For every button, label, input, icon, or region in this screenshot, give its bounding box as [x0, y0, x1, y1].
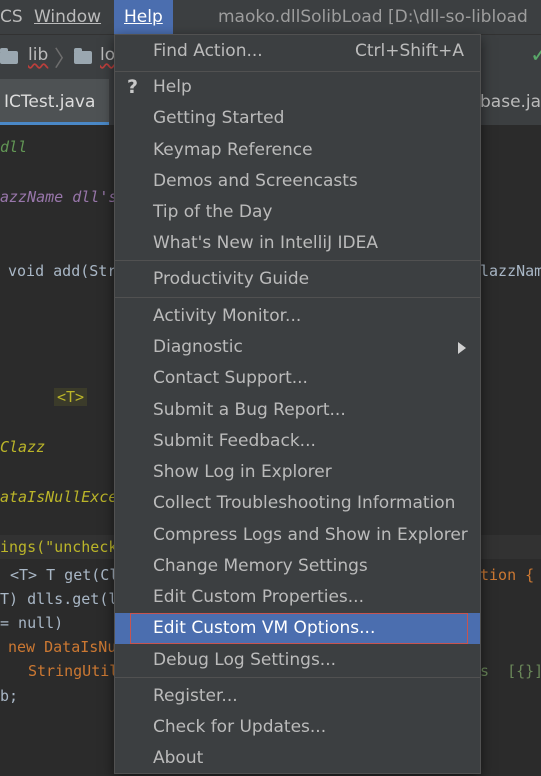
menu-item-label: Diagnostic	[153, 337, 243, 357]
submenu-arrow-icon	[458, 342, 466, 354]
code-line: <T> T get(Cl	[10, 566, 119, 584]
menubar-item-window[interactable]: Window	[34, 0, 101, 34]
code-line: Clazz	[0, 438, 46, 456]
menu-separator	[115, 297, 480, 298]
folder-icon	[74, 48, 92, 64]
tab-ictest[interactable]: ICTest.java	[0, 79, 110, 125]
menu-separator	[115, 260, 480, 261]
menu-item-label: Productivity Guide	[153, 269, 310, 289]
menu-item-submit-feedback[interactable]: Submit Feedback...	[115, 426, 480, 457]
menu-item-label: Debug Log Settings...	[153, 650, 337, 670]
menu-item-getting-started[interactable]: Getting Started	[115, 103, 480, 134]
menu-item-demos-screencasts[interactable]: Demos and Screencasts	[115, 166, 480, 197]
question-mark-icon: ?	[127, 76, 139, 98]
menu-item-label: Check for Updates...	[153, 717, 327, 737]
menu-item-compress-logs[interactable]: Compress Logs and Show in Explorer	[115, 520, 480, 551]
breadcrumb-lib[interactable]: lib	[28, 45, 48, 65]
menu-item-label: Help	[153, 77, 192, 97]
code-line-end: tion {	[480, 566, 535, 584]
menu-item-label: Submit Feedback...	[153, 431, 316, 451]
menu-bar: CS Window Help maoko.dllSolibLoad [D:\dl…	[0, 0, 541, 34]
menubar-item-vcs[interactable]: CS	[0, 0, 23, 34]
menu-item-keymap-reference[interactable]: Keymap Reference	[115, 135, 480, 166]
menu-item-edit-custom-properties[interactable]: Edit Custom Properties...	[115, 582, 480, 613]
code-line: void add(Str	[8, 262, 117, 280]
menu-item-register[interactable]: Register...	[115, 681, 480, 712]
menu-item-contact-support[interactable]: Contact Support...	[115, 363, 480, 394]
menu-item-change-memory-settings[interactable]: Change Memory Settings	[115, 551, 480, 582]
menu-item-label: Change Memory Settings	[153, 556, 368, 576]
menu-item-label: Show Log in Explorer	[153, 462, 332, 482]
menu-item-label: Edit Custom VM Options...	[153, 618, 376, 638]
code-line-end: s [{}]	[480, 662, 541, 680]
menu-item-debug-log-settings[interactable]: Debug Log Settings...	[115, 645, 480, 676]
menu-item-label: Find Action...	[153, 41, 263, 61]
menu-item-shortcut: Ctrl+Shift+A	[354, 41, 464, 61]
menu-item-show-log[interactable]: Show Log in Explorer	[115, 457, 480, 488]
menu-item-label: Keymap Reference	[153, 140, 313, 160]
menu-item-productivity-guide[interactable]: Productivity Guide	[115, 264, 480, 295]
menu-item-label: About	[153, 748, 204, 768]
menu-item-label: Demos and Screencasts	[153, 171, 358, 191]
code-line: StringUtil	[28, 662, 119, 680]
breadcrumb-lo[interactable]: lo	[100, 45, 115, 65]
menu-item-label: Contact Support...	[153, 368, 308, 388]
menu-item-edit-custom-vm-options[interactable]: Edit Custom VM Options...	[115, 613, 480, 644]
folder-icon	[0, 48, 18, 64]
menu-item-about[interactable]: About	[115, 743, 480, 774]
code-line: new DataIsNu	[8, 638, 117, 656]
menu-item-label: Submit a Bug Report...	[153, 400, 346, 420]
build-check-icon[interactable]: ✓	[530, 43, 541, 68]
code-line: azzName dll's	[0, 188, 118, 206]
menu-item-label: Activity Monitor...	[153, 306, 302, 326]
code-line-end: lazzNam	[480, 262, 541, 280]
menu-item-label: Register...	[153, 686, 238, 706]
window-title: maoko.dllSolibLoad [D:\dll-so-libload	[218, 7, 528, 27]
menubar-item-window-label: Window	[34, 7, 102, 27]
menu-item-label: Collect Troubleshooting Information	[153, 493, 456, 513]
menu-item-tip-of-the-day[interactable]: Tip of the Day	[115, 197, 480, 228]
menu-item-label: What's New in IntelliJ IDEA	[153, 233, 378, 253]
menu-item-activity-monitor[interactable]: Activity Monitor...	[115, 301, 480, 332]
menu-item-whats-new[interactable]: What's New in IntelliJ IDEA	[115, 228, 480, 259]
code-token: <T>	[54, 388, 88, 406]
chevron-right-icon: 〉	[54, 47, 77, 72]
menu-separator	[115, 677, 480, 678]
code-line: ings("uncheck	[0, 538, 118, 556]
code-line: = null)	[0, 614, 64, 632]
menu-item-help[interactable]: ? Help	[115, 72, 480, 103]
menu-item-label: Compress Logs and Show in Explorer	[153, 525, 468, 545]
code-line: dll	[0, 138, 28, 156]
code-line: b;	[0, 687, 19, 705]
menu-item-diagnostic[interactable]: Diagnostic	[115, 332, 480, 363]
menubar-item-help-label: Help	[124, 7, 163, 27]
menu-item-label: Edit Custom Properties...	[153, 587, 364, 607]
code-line: ataIsNullExcep	[0, 488, 127, 506]
code-line: T) dlls.get(l	[0, 590, 118, 608]
menu-item-submit-bug-report[interactable]: Submit a Bug Report...	[115, 395, 480, 426]
help-menu: Find Action... Ctrl+Shift+A ? Help Getti…	[114, 34, 481, 774]
menubar-item-help[interactable]: Help	[114, 0, 173, 34]
menu-item-label: Getting Started	[153, 108, 285, 128]
menu-item-find-action[interactable]: Find Action... Ctrl+Shift+A	[115, 36, 480, 67]
menu-item-label: Tip of the Day	[153, 202, 273, 222]
tab-base[interactable]: base.java	[480, 79, 541, 125]
menu-item-collect-troubleshooting[interactable]: Collect Troubleshooting Information	[115, 488, 480, 519]
menu-item-check-updates[interactable]: Check for Updates...	[115, 712, 480, 743]
